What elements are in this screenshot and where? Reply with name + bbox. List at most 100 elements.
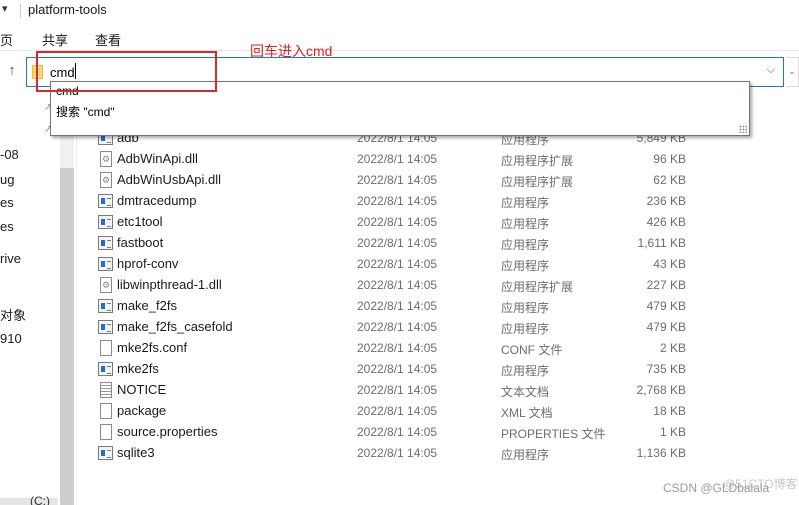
file-size: 735 KB <box>646 362 686 376</box>
file-date: 2022/8/1 14:05 <box>357 446 438 460</box>
file-name: source.properties <box>117 424 218 439</box>
file-row[interactable]: make_f2fs 2022/8/1 14:05 应用程序 479 KB <box>90 296 790 317</box>
file-date: 2022/8/1 14:05 <box>357 383 438 397</box>
navigation-pane: ↗ ↗ -08 ug es es rive 对象 910 (C:) <box>0 88 60 505</box>
resize-grip[interactable] <box>739 125 747 133</box>
app-icon <box>98 194 113 208</box>
file-size: 227 KB <box>646 278 686 292</box>
tab-share[interactable]: 共享 <box>42 30 68 49</box>
file-size: 62 KB <box>653 173 686 187</box>
file-type: 应用程序 <box>501 196 550 210</box>
file-name: libwinpthread-1.dll <box>117 277 222 292</box>
nav-item[interactable]: 910 <box>0 331 22 346</box>
file-date: 2022/8/1 14:05 <box>357 194 438 208</box>
file-row[interactable]: mke2fs.conf 2022/8/1 14:05 CONF 文件 2 KB <box>90 338 790 359</box>
file-row[interactable]: make_f2fs_casefold 2022/8/1 14:05 应用程序 479 … <box>90 317 790 338</box>
app-icon <box>98 320 113 334</box>
pane-divider[interactable] <box>76 88 77 505</box>
nav-item[interactable]: es <box>0 219 14 234</box>
refresh-icon: - <box>790 65 794 79</box>
nav-item[interactable]: 对象 <box>0 305 26 324</box>
file-date: 2022/8/1 14:05 <box>357 152 438 166</box>
nav-item[interactable]: es <box>0 195 14 210</box>
file-row[interactable]: etc1tool 2022/8/1 14:05 应用程序 426 KB <box>90 212 790 233</box>
file-list: adb2022/8/1 14:05应用程序5,849 KBAdbWinApi.d… <box>90 128 790 464</box>
file-type: 应用程序扩展 <box>501 175 574 189</box>
file-type: 应用程序 <box>501 301 550 315</box>
file-row[interactable]: AdbWinUsbApi.dll 2022/8/1 14:05 应用程序扩展 62 K… <box>90 170 790 191</box>
file-size: 43 KB <box>653 257 686 271</box>
file-type: 应用程序 <box>501 217 550 231</box>
refresh-button[interactable]: - <box>786 57 799 87</box>
suggestion-item[interactable]: 搜索 "cmd" <box>56 103 115 120</box>
file-row[interactable]: dmtracedump 2022/8/1 14:05 应用程序 236 KB <box>90 191 790 212</box>
file-name: mke2fs.conf <box>117 340 188 355</box>
app-icon <box>98 236 113 250</box>
file-name: mke2fs <box>117 361 159 376</box>
file-name: etc1tool <box>117 214 163 229</box>
nav-item[interactable]: ug <box>0 172 14 187</box>
file-name: fastboot <box>117 235 164 250</box>
file-size: 2,768 KB <box>636 383 686 397</box>
file-row[interactable]: sqlite3 2022/8/1 14:05 应用程序 1,136 KB <box>90 443 790 464</box>
file-row[interactable]: source.properties 2022/8/1 14:05 PROPERTIE… <box>90 422 790 443</box>
file-row[interactable]: libwinpthread-1.dll 2022/8/1 14:05 应用程序扩展 2… <box>90 275 790 296</box>
file-row[interactable]: hprof-conv 2022/8/1 14:05 应用程序 43 KB <box>90 254 790 275</box>
file-size: 1 KB <box>659 425 686 439</box>
file-date: 2022/8/1 14:05 <box>357 341 438 355</box>
file-row[interactable]: package 2022/8/1 14:05 XML 文档 18 KB <box>90 401 790 422</box>
file-name: sqlite3 <box>117 445 155 460</box>
file-name: package <box>117 403 167 418</box>
window-title: platform-tools <box>28 2 107 17</box>
file-name: make_f2fs_casefold <box>117 319 233 334</box>
file-size: 1,136 KB <box>636 446 686 460</box>
file-date: 2022/8/1 14:05 <box>357 320 438 334</box>
app-icon <box>98 299 113 313</box>
file-type: 应用程序扩展 <box>501 280 574 294</box>
title-separator <box>20 4 21 18</box>
drive-label: (C:) <box>30 494 50 505</box>
nav-scrollbar-thumb[interactable] <box>60 168 74 505</box>
file-name: AdbWinApi.dll <box>117 151 198 166</box>
tab-home[interactable]: 页 <box>0 30 13 49</box>
file-icon <box>100 424 112 440</box>
file-date: 2022/8/1 14:05 <box>357 425 438 439</box>
nav-item[interactable]: rive <box>0 251 21 266</box>
title-bar: ▾ platform-tools <box>0 0 799 22</box>
file-row[interactable]: fastboot 2022/8/1 14:05 应用程序 1,611 KB <box>90 233 790 254</box>
file-type: 应用程序扩展 <box>501 154 574 168</box>
nav-item-drive-c[interactable]: (C:) <box>0 494 58 505</box>
file-size: 1,611 KB <box>637 236 686 250</box>
annotation-label: 回车进入cmd <box>250 43 333 59</box>
file-size: 426 KB <box>646 215 686 229</box>
file-size: 236 KB <box>646 194 686 208</box>
nav-item[interactable]: -08 <box>0 147 19 162</box>
chevron-down-icon[interactable]: ⌵ <box>767 64 775 77</box>
file-row[interactable]: NOTICE 2022/8/1 14:05 文本文档 2,768 KB <box>90 380 790 401</box>
file-name: dmtracedump <box>117 193 197 208</box>
file-type: 应用程序 <box>501 259 550 273</box>
file-row[interactable]: mke2fs 2022/8/1 14:05 应用程序 735 KB <box>90 359 790 380</box>
file-size: 96 KB <box>653 152 686 166</box>
file-type: XML 文档 <box>501 406 553 420</box>
file-size: 479 KB <box>646 320 686 334</box>
file-type: 应用程序 <box>501 322 550 336</box>
app-icon <box>98 362 113 376</box>
up-button[interactable]: ↑ <box>4 62 20 80</box>
quick-access-dropdown-icon[interactable]: ▾ <box>2 2 8 15</box>
file-size: 18 KB <box>653 404 686 418</box>
file-date: 2022/8/1 14:05 <box>357 215 438 229</box>
text-file-icon <box>100 382 112 398</box>
file-date: 2022/8/1 14:05 <box>357 362 438 376</box>
file-type: 文本文档 <box>501 385 550 399</box>
file-type: PROPERTIES 文件 <box>501 427 606 441</box>
file-row[interactable]: AdbWinApi.dll 2022/8/1 14:05 应用程序扩展 96 KB <box>90 149 790 170</box>
tab-view[interactable]: 查看 <box>95 30 121 49</box>
file-date: 2022/8/1 14:05 <box>357 173 438 187</box>
file-size: 479 KB <box>646 299 686 313</box>
arrow-up-icon: ↑ <box>8 62 16 79</box>
watermark-primary: CSDN @GLDbalala <box>663 481 770 495</box>
file-icon <box>100 340 112 356</box>
file-date: 2022/8/1 14:05 <box>357 257 438 271</box>
file-name: AdbWinUsbApi.dll <box>117 172 222 187</box>
